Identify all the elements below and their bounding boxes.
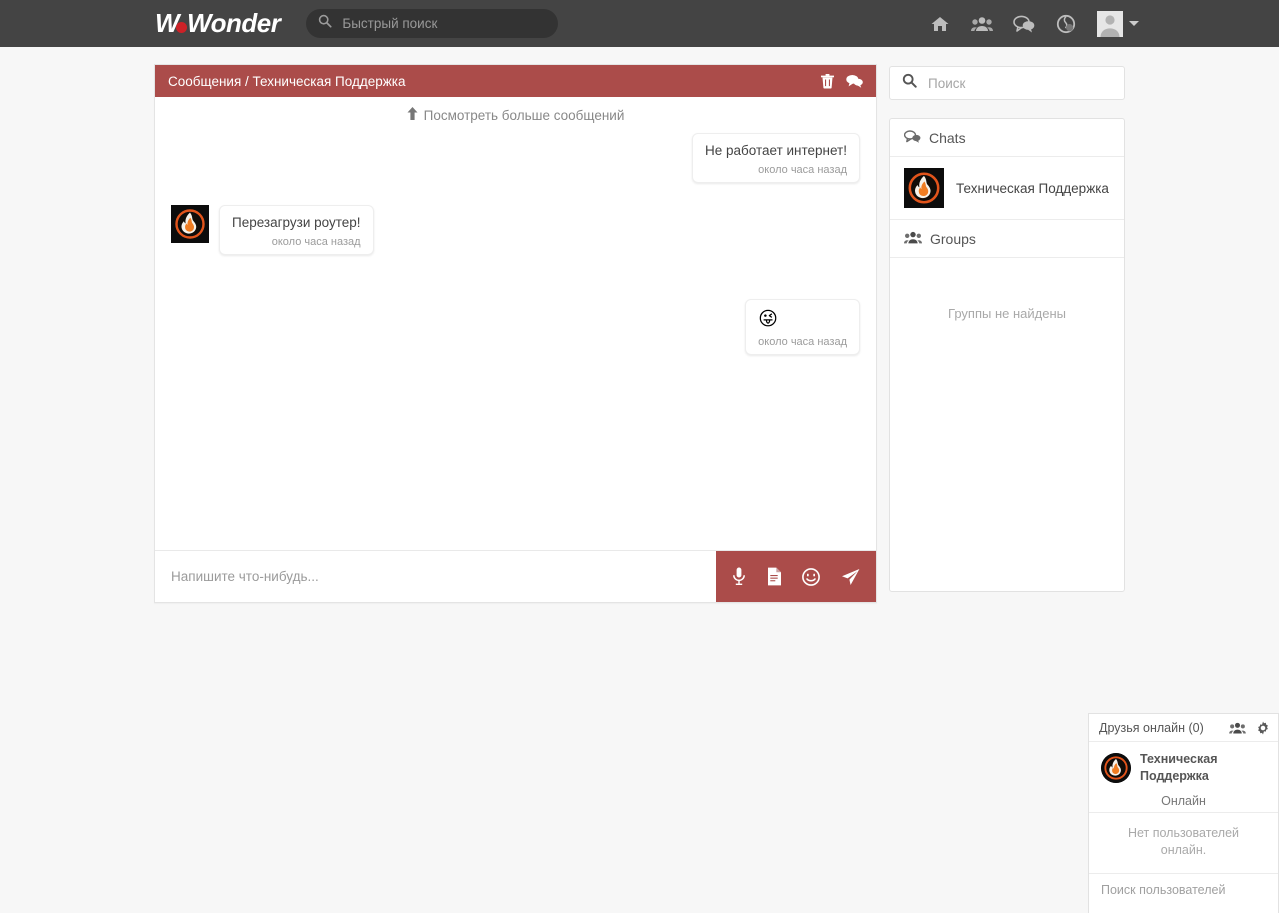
friends-widget-header[interactable]: Друзья онлайн (0) (1089, 714, 1278, 742)
chats-section-header: Chats (890, 119, 1124, 157)
friends-widget-user[interactable]: Техническая Поддержка (1089, 742, 1278, 794)
groups-section-header: Groups (890, 220, 1124, 258)
search-icon (902, 73, 917, 93)
delete-icon[interactable] (821, 73, 834, 89)
friends-search-input[interactable] (1099, 882, 1268, 898)
sidebar-search-box[interactable] (889, 66, 1125, 100)
message-bubble[interactable]: Перезагрузи роутер! около часа назад (219, 205, 374, 255)
logo-text-first: W (155, 8, 180, 38)
messages-icon[interactable] (1013, 13, 1035, 35)
search-input[interactable] (340, 15, 547, 32)
composer-actions (716, 551, 876, 602)
online-divider-label: Онлайн (1089, 794, 1278, 813)
user-name-line-2: Поддержка (1140, 769, 1209, 783)
chat-bubble-icon (903, 129, 921, 146)
message-list: Не работает интернет! около часа назад П… (155, 129, 876, 584)
logo-text-second: Wonder (187, 8, 281, 38)
message-row: Перезагрузи роутер! около часа назад (171, 205, 860, 255)
message-bubble[interactable]: 😜 около часа назад (745, 299, 860, 355)
sidebar-chat-name: Техническая Поддержка (956, 180, 1109, 196)
flame-avatar-icon (171, 205, 209, 243)
chat-header: Сообщения / Техническая Поддержка (155, 65, 876, 97)
flame-avatar-icon (904, 168, 944, 208)
message-time: около часа назад (271, 236, 361, 248)
microphone-icon[interactable] (732, 567, 746, 586)
message-input[interactable] (155, 551, 716, 602)
sidebar-panel: Chats Техническая Поддержка Groups Групп… (889, 118, 1125, 592)
quick-search-box[interactable] (306, 9, 559, 38)
groups-empty-text: Группы не найдены (948, 306, 1066, 321)
message-time: около часа назад (758, 164, 847, 176)
notifications-icon[interactable] (1055, 13, 1077, 35)
group-icon (904, 231, 922, 247)
friends-online-widget: Друзья онлайн (0) Техническая Поддержка (1088, 713, 1279, 913)
send-icon[interactable] (841, 568, 860, 586)
message-bubble[interactable]: Не работает интернет! около часа назад (692, 133, 860, 183)
site-logo[interactable]: W Wonder (155, 8, 281, 39)
friends-widget-actions (1229, 721, 1270, 735)
no-users-online-text: Нет пользователей онлайн. (1127, 826, 1240, 857)
load-more-label: Посмотреть больше сообщений (423, 107, 625, 123)
load-more-messages-button[interactable]: Посмотреть больше сообщений (155, 97, 876, 129)
friends-online-title: Друзья онлайн (0) (1099, 720, 1204, 735)
friends-search-box[interactable] (1089, 873, 1278, 906)
search-icon (318, 14, 332, 33)
page-title: Сообщения / Техническая Поддержка (168, 73, 406, 89)
sidebar-chat-item[interactable]: Техническая Поддержка (890, 157, 1124, 220)
arrow-up-icon (407, 107, 418, 123)
profile-menu[interactable] (1097, 10, 1139, 37)
chats-section-title: Chats (929, 129, 966, 146)
top-navbar: W Wonder (0, 0, 1279, 47)
home-icon[interactable] (929, 13, 951, 35)
message-emoji: 😜 (758, 309, 778, 330)
message-text: Перезагрузи роутер! (232, 215, 361, 230)
message-time: около часа назад (758, 336, 847, 348)
red-dot-icon (176, 22, 188, 33)
message-text: Не работает интернет! (705, 143, 847, 158)
chevron-down-icon (1129, 21, 1139, 26)
avatar (1097, 10, 1123, 37)
friends-icon[interactable] (971, 13, 993, 35)
sidebar-search-input[interactable] (926, 74, 1112, 92)
file-icon[interactable] (767, 567, 782, 586)
group-icon[interactable] (1229, 722, 1246, 734)
chat-header-actions (821, 73, 863, 89)
gear-icon[interactable] (1256, 721, 1270, 735)
message-row: Не работает интернет! около часа назад (171, 133, 860, 183)
navbar-actions (929, 10, 1139, 37)
chat-panel: Сообщения / Техническая Поддержка Посмот… (154, 64, 877, 603)
groups-section-title: Groups (930, 230, 976, 247)
emoji-icon[interactable] (802, 567, 821, 586)
flame-avatar-icon (1101, 753, 1131, 783)
message-composer (155, 550, 876, 602)
chat-icon[interactable] (846, 74, 863, 88)
friends-widget-user-name: Техническая Поддержка (1140, 751, 1217, 785)
user-name-line-1: Техническая (1140, 752, 1218, 766)
message-row: 😜 около часа назад (171, 299, 860, 355)
